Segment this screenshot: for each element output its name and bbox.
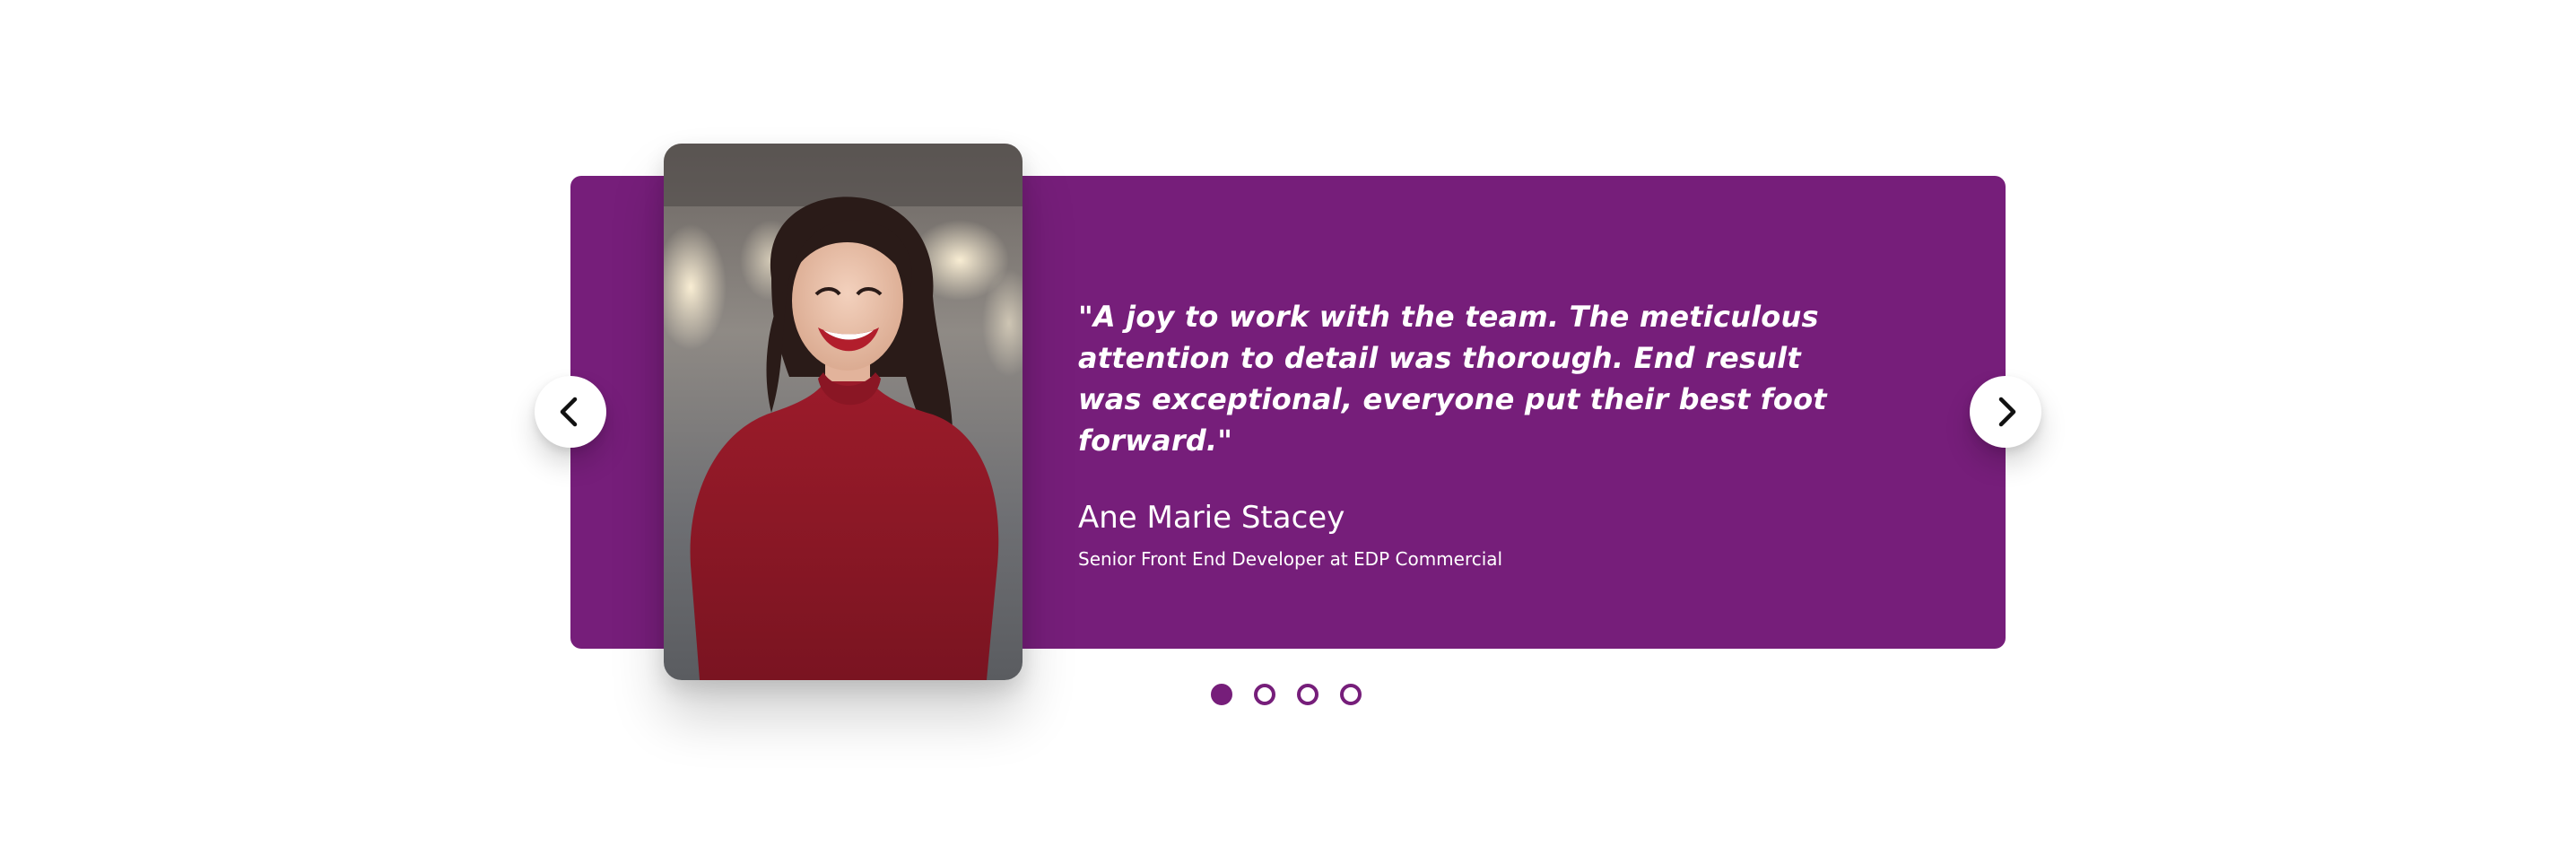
chevron-left-icon	[560, 397, 578, 427]
testimonial-carousel: "A joy to work with the team. The meticu…	[0, 0, 2576, 847]
testimonial-author-role: Senior Front End Developer at EDP Commer…	[1078, 548, 1503, 570]
testimonial-photo	[664, 144, 1023, 680]
testimonial-author-name: Ane Marie Stacey	[1078, 500, 1345, 536]
previous-button[interactable]	[535, 376, 606, 448]
next-button[interactable]	[1970, 376, 2041, 448]
testimonial-quote: "A joy to work with the team. The meticu…	[1078, 300, 1827, 458]
chevron-right-icon	[1998, 397, 2016, 427]
pagination-dot[interactable]	[1297, 684, 1318, 705]
pagination-dot[interactable]	[1340, 684, 1362, 705]
pagination-dot[interactable]	[1254, 684, 1275, 705]
testimonial-content: "A joy to work with the team. The meticu…	[1078, 296, 1867, 571]
pagination-dot[interactable]	[1211, 684, 1232, 705]
pagination-dots	[1211, 684, 1362, 705]
